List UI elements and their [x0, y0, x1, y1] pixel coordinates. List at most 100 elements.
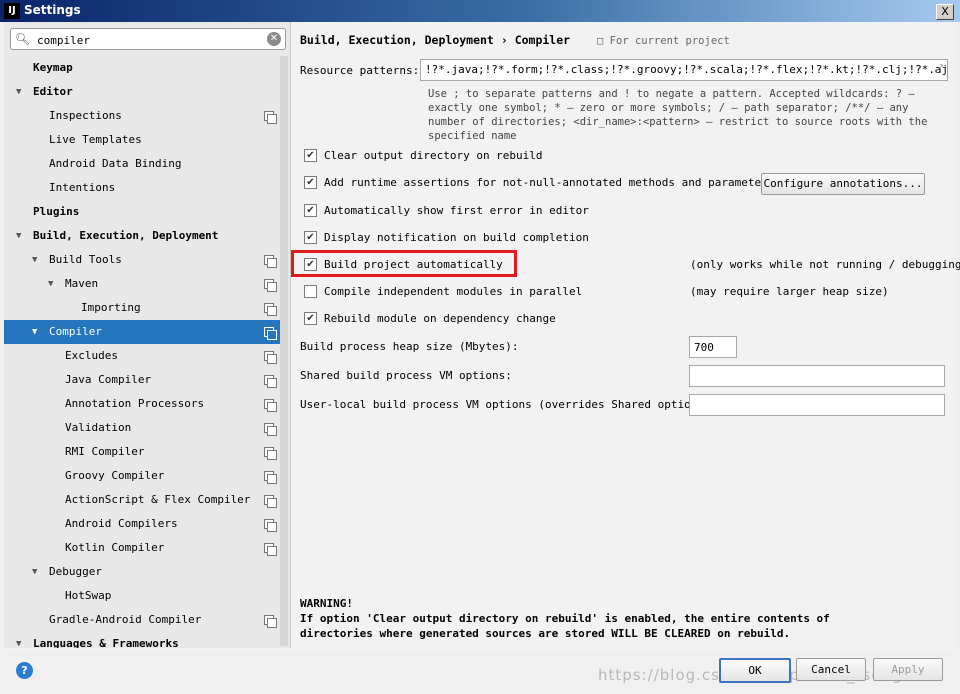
project-scope-icon	[264, 351, 277, 364]
option-checkbox[interactable]: ✔	[304, 175, 317, 189]
expand-icon[interactable]: ⤢	[934, 62, 943, 76]
option-checkbox[interactable]: ✔	[304, 148, 317, 162]
chevron-down-icon[interactable]: ▼	[32, 248, 37, 272]
option-label: Automatically show first error in editor	[324, 204, 589, 217]
tree-item[interactable]: Inspections	[4, 104, 286, 128]
option-checkbox[interactable]: ✔	[304, 311, 317, 325]
tree-item[interactable]: Java Compiler	[4, 368, 286, 392]
tree-item[interactable]: Validation	[4, 416, 286, 440]
tree-item[interactable]: Android Data Binding	[4, 152, 286, 176]
project-scope-icon	[264, 495, 277, 508]
tree-item[interactable]: ▼ Debugger	[4, 560, 286, 584]
tree-item[interactable]: ▼ Compiler	[4, 320, 286, 344]
tree-item[interactable]: Excludes	[4, 344, 286, 368]
option-checkbox[interactable]: ✔	[304, 230, 317, 244]
chevron-down-icon[interactable]: ▼	[16, 632, 21, 648]
compiler-settings-panel: Build, Execution, Deployment › Compiler …	[291, 22, 960, 652]
sidebar-scrollbar[interactable]	[280, 56, 288, 646]
tree-item[interactable]: ▼ Maven	[4, 272, 286, 296]
option-checkbox[interactable]	[304, 284, 317, 298]
heap-size-label: Build process heap size (Mbytes):	[300, 340, 519, 353]
project-scope-icon	[264, 375, 277, 388]
option-row[interactable]: ✔ Clear output directory on rebuild	[304, 146, 543, 166]
tree-item[interactable]: Keymap	[4, 56, 286, 80]
title-bar: IJ Settings X	[0, 0, 960, 22]
close-window-button[interactable]: X	[936, 4, 954, 20]
apply-button[interactable]: Apply	[873, 658, 943, 681]
option-checkbox[interactable]: ✔	[304, 203, 317, 217]
option-note: (may require larger heap size)	[690, 285, 889, 298]
tree-item[interactable]: ActionScript & Flex Compiler	[4, 488, 286, 512]
clear-search-icon[interactable]: ✕	[267, 32, 281, 46]
tree-item[interactable]: ▼ Build, Execution, Deployment	[4, 224, 286, 248]
help-line: exactly one symbol; * — zero or more sym…	[428, 102, 909, 114]
tree-item-label: Gradle-Android Compiler	[49, 613, 202, 626]
tree-item-label: ActionScript & Flex Compiler	[65, 493, 251, 506]
help-line: Use ; to separate patterns and ! to nega…	[428, 88, 915, 100]
resource-patterns-label: Resource patterns:	[300, 64, 420, 77]
tree-item[interactable]: Plugins	[4, 200, 286, 224]
heap-size-input[interactable]	[689, 336, 737, 358]
project-scope-icon	[264, 543, 277, 556]
tree-item-label: Compiler	[49, 325, 102, 338]
chevron-down-icon[interactable]: ▼	[16, 224, 21, 248]
tree-item-label: Validation	[65, 421, 132, 434]
chevron-down-icon[interactable]: ▼	[32, 560, 37, 584]
tree-item[interactable]: ▼ Languages & Frameworks	[4, 632, 286, 648]
option-row[interactable]: ✔ Add runtime assertions for not-null-ann…	[304, 173, 774, 193]
ok-button[interactable]: OK	[719, 658, 791, 683]
project-scope-icon	[264, 327, 277, 340]
tree-item[interactable]: Intentions	[4, 176, 286, 200]
breadcrumb-current: Compiler	[514, 33, 571, 47]
resource-patterns-field[interactable]: !?*.java;!?*.form;!?*.class;!?*.groovy;!…	[420, 59, 948, 81]
settings-search[interactable]: 🔍︎ ✕	[10, 28, 286, 50]
intellij-app-icon: IJ	[4, 3, 20, 19]
tree-item[interactable]: Live Templates	[4, 128, 286, 152]
option-row[interactable]: ✔ Display notification on build completio…	[304, 228, 589, 248]
chevron-down-icon[interactable]: ▼	[48, 272, 53, 296]
settings-dialog: 🔍︎ ✕ Keymap ▼ Editor Inspections Live Templa…	[4, 22, 960, 652]
help-button[interactable]: ?	[16, 662, 33, 679]
tree-item-label: Groovy Compiler	[65, 469, 165, 482]
breadcrumb-path: Build, Execution, Deployment	[300, 33, 494, 47]
user-vm-options-input[interactable]	[689, 394, 945, 416]
tree-item[interactable]: RMI Compiler	[4, 440, 286, 464]
warning-line: directories where generated sources are …	[300, 627, 791, 640]
user-vm-options-label: User-local build process VM options (ove…	[300, 398, 718, 411]
option-row[interactable]: Compile independent modules in parallel	[304, 282, 582, 302]
cancel-button[interactable]: Cancel	[796, 658, 866, 681]
chevron-down-icon[interactable]: ▼	[32, 320, 37, 344]
project-scope-icon	[264, 447, 277, 460]
tree-item[interactable]: ▼ Editor	[4, 80, 286, 104]
tree-item-label: Annotation Processors	[65, 397, 205, 410]
option-label: Compile independent modules in parallel	[324, 285, 583, 298]
tree-item-label: HotSwap	[65, 589, 112, 602]
tree-item[interactable]: Android Compilers	[4, 512, 286, 536]
resource-patterns-help: Use ; to separate patterns and ! to nega…	[428, 87, 928, 143]
tree-item[interactable]: Annotation Processors	[4, 392, 286, 416]
tree-item-label: Kotlin Compiler	[65, 541, 165, 554]
window-title: Settings	[24, 3, 81, 17]
tree-item[interactable]: Importing	[4, 296, 286, 320]
option-label: Clear output directory on rebuild	[324, 149, 543, 162]
tree-item[interactable]: Groovy Compiler	[4, 464, 286, 488]
option-label: Rebuild module on dependency change	[324, 312, 556, 325]
option-row[interactable]: ✔ Automatically show first error in edito…	[304, 201, 589, 221]
shared-vm-options-input[interactable]	[689, 365, 945, 387]
tree-item[interactable]: ▼ Build Tools	[4, 248, 286, 272]
breadcrumb: Build, Execution, Deployment › Compiler …	[300, 33, 730, 47]
resource-patterns-value: !?*.java;!?*.form;!?*.class;!?*.groovy;!…	[425, 63, 948, 76]
tree-item[interactable]: Gradle-Android Compiler	[4, 608, 286, 632]
highlight-box	[291, 250, 517, 277]
warning-title: WARNING!	[300, 597, 353, 610]
search-input[interactable]	[35, 31, 259, 49]
configure-annotations-button[interactable]: Configure annotations...	[761, 173, 925, 195]
tree-item-label: Build Tools	[49, 253, 122, 266]
option-row[interactable]: ✔ Rebuild module on dependency change	[304, 309, 556, 329]
chevron-down-icon[interactable]: ▼	[16, 80, 21, 104]
rebuild-warning: WARNING! If option 'Clear output directo…	[300, 596, 950, 641]
tree-item[interactable]: HotSwap	[4, 584, 286, 608]
project-scope-icon	[264, 423, 277, 436]
tree-item[interactable]: Kotlin Compiler	[4, 536, 286, 560]
tree-item-label: Plugins	[33, 205, 80, 218]
